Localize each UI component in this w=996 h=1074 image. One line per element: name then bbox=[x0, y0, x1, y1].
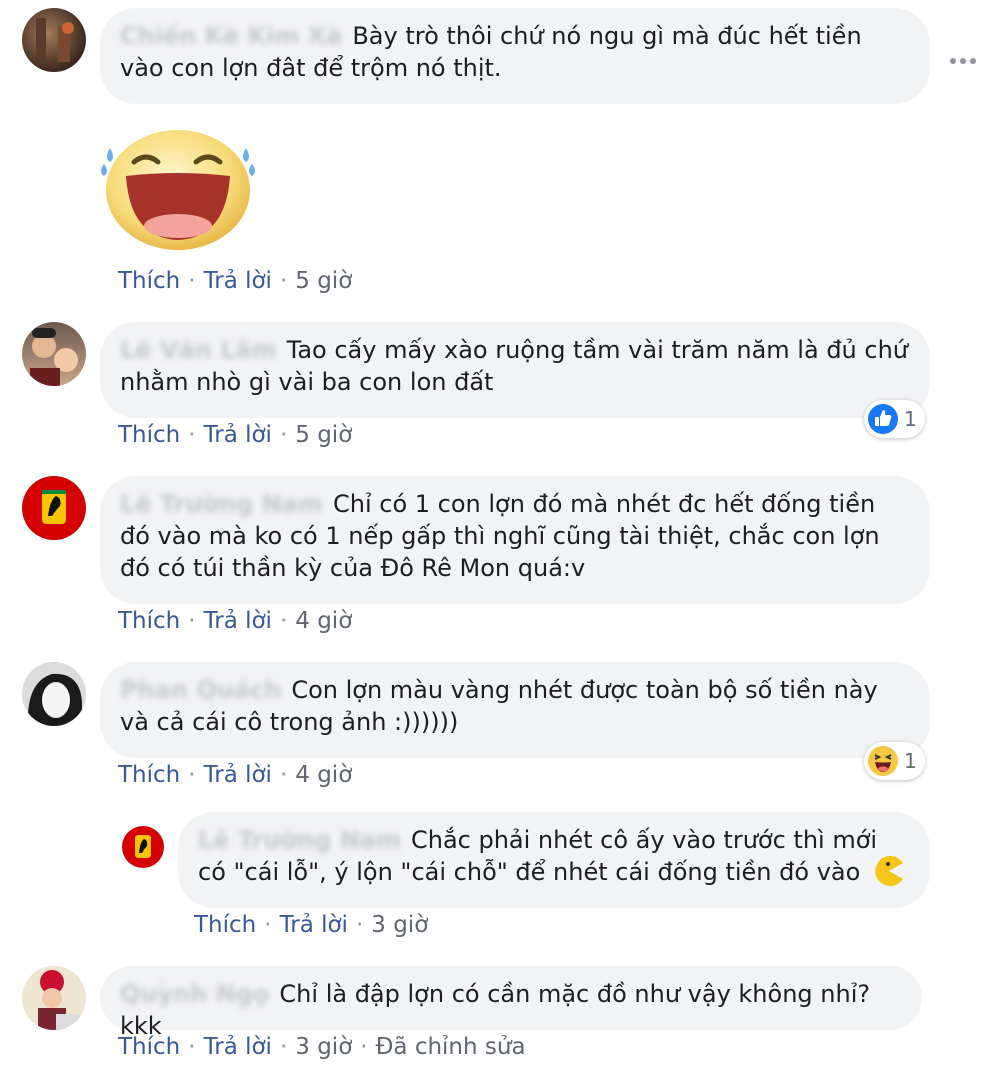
pacman-emoji-icon bbox=[875, 856, 903, 886]
ferrari-logo-icon bbox=[42, 490, 66, 524]
comment-bubble: Phan Quách Con lợn màu vàng nhét được toà… bbox=[100, 662, 930, 758]
separator-dot: · bbox=[279, 268, 288, 294]
avatar[interactable] bbox=[122, 826, 164, 868]
avatar-photo bbox=[22, 662, 86, 726]
reaction-count: 1 bbox=[904, 749, 917, 773]
separator-dot: · bbox=[188, 268, 196, 294]
like-link[interactable]: Thích bbox=[118, 422, 180, 448]
separator-dot: · bbox=[188, 608, 196, 634]
avatar[interactable] bbox=[22, 476, 86, 540]
avatar[interactable] bbox=[22, 662, 86, 726]
separator-dot: · bbox=[188, 762, 196, 788]
edited-label[interactable]: Đã chỉnh sửa bbox=[376, 1034, 526, 1060]
separator-dot: · bbox=[279, 762, 288, 788]
like-reaction-icon bbox=[868, 404, 898, 434]
ferrari-logo-icon bbox=[135, 835, 151, 858]
reply-link[interactable]: Trả lời bbox=[204, 422, 272, 448]
author-name[interactable]: Chiến Kè Kim Xà bbox=[120, 20, 342, 52]
comment-actions: Thích · Trả lời · 4 giờ bbox=[118, 760, 352, 790]
like-link[interactable]: Thích bbox=[118, 762, 180, 788]
timestamp[interactable]: 5 giờ bbox=[295, 422, 352, 448]
haha-reaction-icon bbox=[868, 746, 898, 776]
reply-link[interactable]: Trả lời bbox=[280, 912, 348, 938]
separator-dot: · bbox=[360, 1034, 368, 1060]
author-name[interactable]: Lê Văn Lâm bbox=[120, 334, 277, 366]
more-options-icon[interactable] bbox=[950, 56, 976, 66]
author-name[interactable]: Lê Trường Nam bbox=[198, 824, 401, 856]
reaction-summary[interactable]: 1 bbox=[864, 400, 925, 438]
author-name[interactable]: Lê Trường Nam bbox=[120, 488, 323, 520]
like-link[interactable]: Thích bbox=[194, 912, 256, 938]
separator-dot: · bbox=[279, 1034, 288, 1060]
comment-actions: Thích · Trả lời · 4 giờ bbox=[118, 606, 352, 636]
comment-bubble: Lê Trường Nam Chỉ có 1 con lợn đó mà nhét… bbox=[100, 476, 930, 604]
avatar[interactable] bbox=[22, 966, 86, 1030]
separator-dot: · bbox=[264, 912, 272, 938]
separator-dot: · bbox=[279, 608, 288, 634]
laughing-sticker bbox=[101, 130, 255, 250]
avatar-photo bbox=[30, 328, 78, 386]
timestamp[interactable]: 4 giờ bbox=[295, 762, 352, 788]
comment-bubble: Lê Văn Lâm Tao cấy mấy xào ruộng tầm vài … bbox=[100, 322, 930, 418]
avatar[interactable] bbox=[22, 322, 86, 386]
avatar-photo bbox=[22, 966, 86, 1030]
reply-link[interactable]: Trả lời bbox=[204, 762, 272, 788]
author-name[interactable]: Phan Quách bbox=[120, 674, 281, 706]
comment-actions: Thích · Trả lời · 3 giờ bbox=[194, 910, 428, 940]
comment-actions: Thích · Trả lời · 5 giờ bbox=[118, 420, 352, 450]
comment-bubble: Quỳnh Ngọ Chỉ là đập lợn có cần mặc đồ nh… bbox=[100, 966, 922, 1040]
separator-dot: · bbox=[188, 422, 196, 448]
separator-dot: · bbox=[279, 422, 288, 448]
avatar-photo bbox=[36, 18, 74, 62]
avatar[interactable] bbox=[22, 8, 86, 72]
timestamp[interactable]: 3 giờ bbox=[295, 1034, 352, 1060]
reply-link[interactable]: Trả lời bbox=[204, 608, 272, 634]
reply-link[interactable]: Trả lời bbox=[204, 268, 272, 294]
like-link[interactable]: Thích bbox=[118, 608, 180, 634]
timestamp[interactable]: 3 giờ bbox=[371, 912, 428, 938]
like-link[interactable]: Thích bbox=[118, 1034, 180, 1060]
comment-bubble: Chiến Kè Kim Xà Bày trò thôi chứ nó ngu g… bbox=[100, 8, 930, 104]
comment-bubble: Lê Trường Nam Chắc phải nhét cô ấy vào tr… bbox=[178, 812, 930, 908]
reply-link[interactable]: Trả lời bbox=[204, 1034, 272, 1060]
reaction-count: 1 bbox=[904, 407, 917, 431]
separator-dot: · bbox=[355, 912, 364, 938]
timestamp[interactable]: 4 giờ bbox=[295, 608, 352, 634]
comment-actions: Thích · Trả lời · 3 giờ · Đã chỉnh sửa bbox=[118, 1032, 526, 1062]
author-name[interactable]: Quỳnh Ngọ bbox=[120, 978, 269, 1010]
timestamp[interactable]: 5 giờ bbox=[295, 268, 352, 294]
separator-dot: · bbox=[188, 1034, 196, 1060]
comment-actions: Thích · Trả lời · 5 giờ bbox=[118, 266, 352, 296]
reaction-summary[interactable]: 1 bbox=[864, 742, 925, 780]
like-link[interactable]: Thích bbox=[118, 268, 180, 294]
